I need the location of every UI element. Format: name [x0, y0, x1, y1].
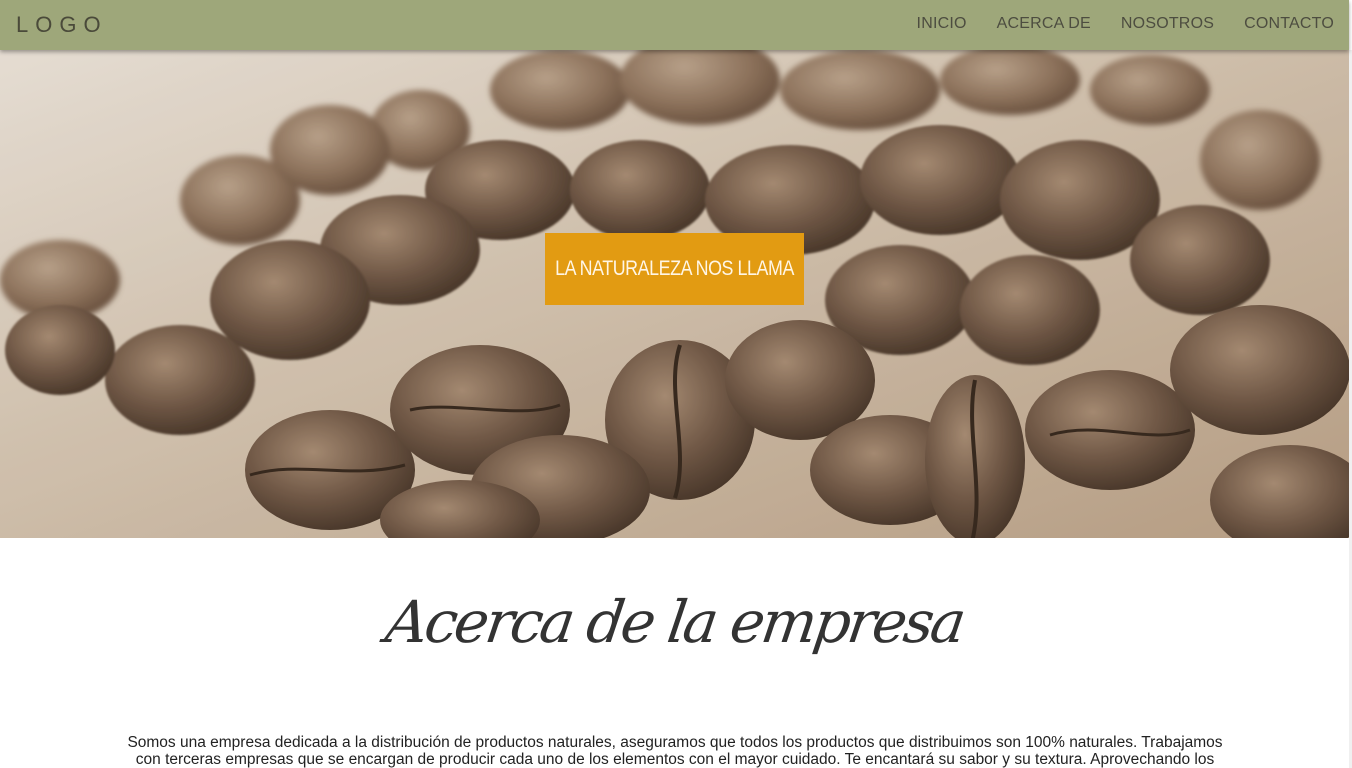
nav-link-nosotros[interactable]: NOSOTROS	[1121, 15, 1214, 33]
about-title: Acerca de la empresa	[381, 588, 968, 656]
page: LOGO INICIO ACERCA DE NOSOTROS CONTACTO	[0, 0, 1352, 768]
nav-link-acerca-de[interactable]: ACERCA DE	[997, 15, 1091, 33]
nav-link-contacto[interactable]: CONTACTO	[1244, 15, 1334, 33]
about-paragraph: Somos una empresa dedicada a la distribu…	[104, 734, 1246, 768]
top-navbar: LOGO INICIO ACERCA DE NOSOTROS CONTACTO	[0, 0, 1349, 50]
nav-link-inicio[interactable]: INICIO	[917, 15, 967, 33]
about-text-line-1: Somos una empresa dedicada a la distribu…	[127, 734, 1223, 751]
hero-banner-text: LA NATURALEZA NOS LLAMA	[555, 257, 794, 280]
hero-banner: LA NATURALEZA NOS LLAMA	[545, 233, 804, 305]
site-logo[interactable]: LOGO	[16, 12, 108, 38]
main-nav: INICIO ACERCA DE NOSOTROS CONTACTO	[917, 15, 1334, 33]
hero-section: LA NATURALEZA NOS LLAMA	[0, 50, 1349, 538]
about-text-line-2: con terceras empresas que se encargan de…	[135, 751, 1215, 768]
